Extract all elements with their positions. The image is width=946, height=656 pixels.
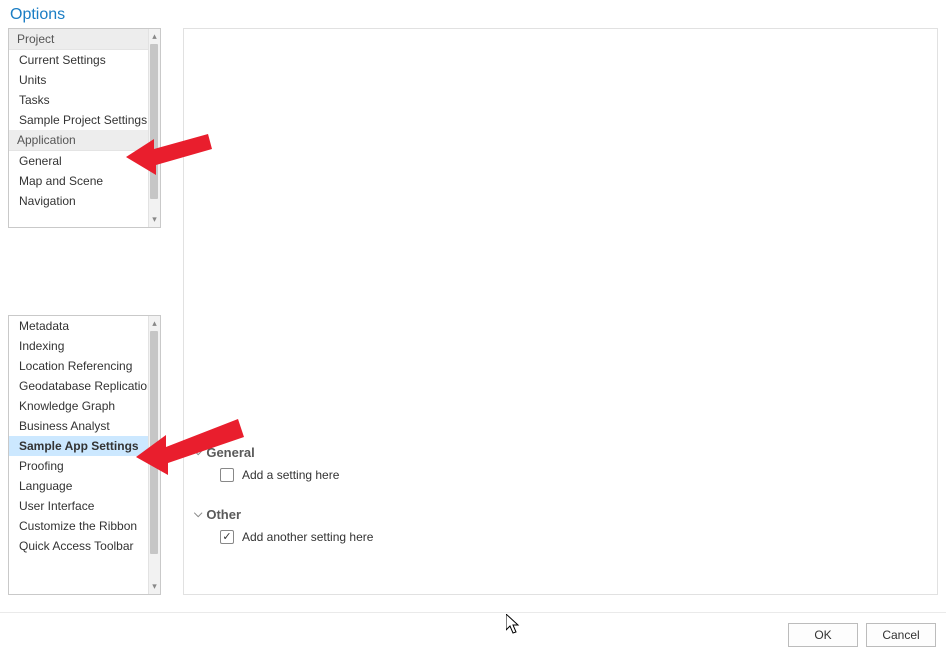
scroll-thumb[interactable]: [150, 331, 158, 554]
scroll-track[interactable]: [149, 44, 160, 212]
options-tree-top: Project Current Settings Units Tasks Sam…: [8, 28, 161, 228]
sidebar-bottom-scrollbar[interactable]: ▴ ▾: [148, 316, 160, 594]
sidebar-item-sample-project-settings[interactable]: Sample Project Settings: [9, 110, 160, 130]
group-header-project: Project: [9, 29, 160, 50]
group-title-text: General: [206, 445, 254, 460]
checkbox-label: Add a setting here: [242, 468, 339, 482]
sidebar-item-sample-app-settings[interactable]: Sample App Settings: [9, 436, 160, 456]
sidebar-item-current-settings[interactable]: Current Settings: [9, 50, 160, 70]
options-tree-bottom: Metadata Indexing Location Referencing G…: [8, 315, 161, 595]
scroll-down-icon[interactable]: ▾: [149, 212, 160, 227]
sidebar-item-location-referencing[interactable]: Location Referencing: [9, 356, 160, 376]
sidebar-item-navigation[interactable]: Navigation: [9, 191, 160, 211]
sidebar-item-tasks[interactable]: Tasks: [9, 90, 160, 110]
group-header-other[interactable]: ⌵ Other: [194, 507, 927, 522]
sidebar-item-language[interactable]: Language: [9, 476, 160, 496]
chevron-down-icon: ⌵: [194, 508, 202, 521]
window-title: Options: [0, 0, 946, 28]
sidebar-item-map-and-scene[interactable]: Map and Scene: [9, 171, 160, 191]
sidebar-top-scrollbar[interactable]: ▴ ▾: [148, 29, 160, 227]
group-title-text: Other: [206, 507, 241, 522]
checkbox-add-setting[interactable]: [220, 468, 234, 482]
group-general: ⌵ General Add a setting here: [194, 445, 927, 482]
sidebar-item-quick-access-toolbar[interactable]: Quick Access Toolbar: [9, 536, 160, 556]
group-other: ⌵ Other ✓ Add another setting here: [194, 507, 927, 544]
scroll-down-icon[interactable]: ▾: [149, 579, 160, 594]
checkbox-add-another-setting[interactable]: ✓: [220, 530, 234, 544]
sidebar-item-proofing[interactable]: Proofing: [9, 456, 160, 476]
scroll-track[interactable]: [149, 331, 160, 579]
group-header-general[interactable]: ⌵ General: [194, 445, 927, 460]
sidebar-item-general[interactable]: General: [9, 151, 160, 171]
sidebar-item-indexing[interactable]: Indexing: [9, 336, 160, 356]
cancel-button[interactable]: Cancel: [866, 623, 936, 647]
scroll-up-icon[interactable]: ▴: [149, 29, 160, 44]
dialog-footer: OK Cancel: [0, 612, 946, 656]
sidebar-item-metadata[interactable]: Metadata: [9, 316, 160, 336]
content-panel: ⌵ General Add a setting here ⌵ Other ✓ A…: [183, 28, 938, 595]
sidebar-item-customize-the-ribbon[interactable]: Customize the Ribbon: [9, 516, 160, 536]
checkbox-label: Add another setting here: [242, 530, 373, 544]
scroll-up-icon[interactable]: ▴: [149, 316, 160, 331]
group-header-application: Application: [9, 130, 160, 151]
sidebar-item-user-interface[interactable]: User Interface: [9, 496, 160, 516]
ok-button[interactable]: OK: [788, 623, 858, 647]
sidebar-item-geodatabase-replication[interactable]: Geodatabase Replication: [9, 376, 160, 396]
sidebar-item-knowledge-graph[interactable]: Knowledge Graph: [9, 396, 160, 416]
sidebar-item-units[interactable]: Units: [9, 70, 160, 90]
chevron-down-icon: ⌵: [194, 446, 202, 459]
sidebar-item-business-analyst[interactable]: Business Analyst: [9, 416, 160, 436]
scroll-thumb[interactable]: [150, 44, 158, 199]
